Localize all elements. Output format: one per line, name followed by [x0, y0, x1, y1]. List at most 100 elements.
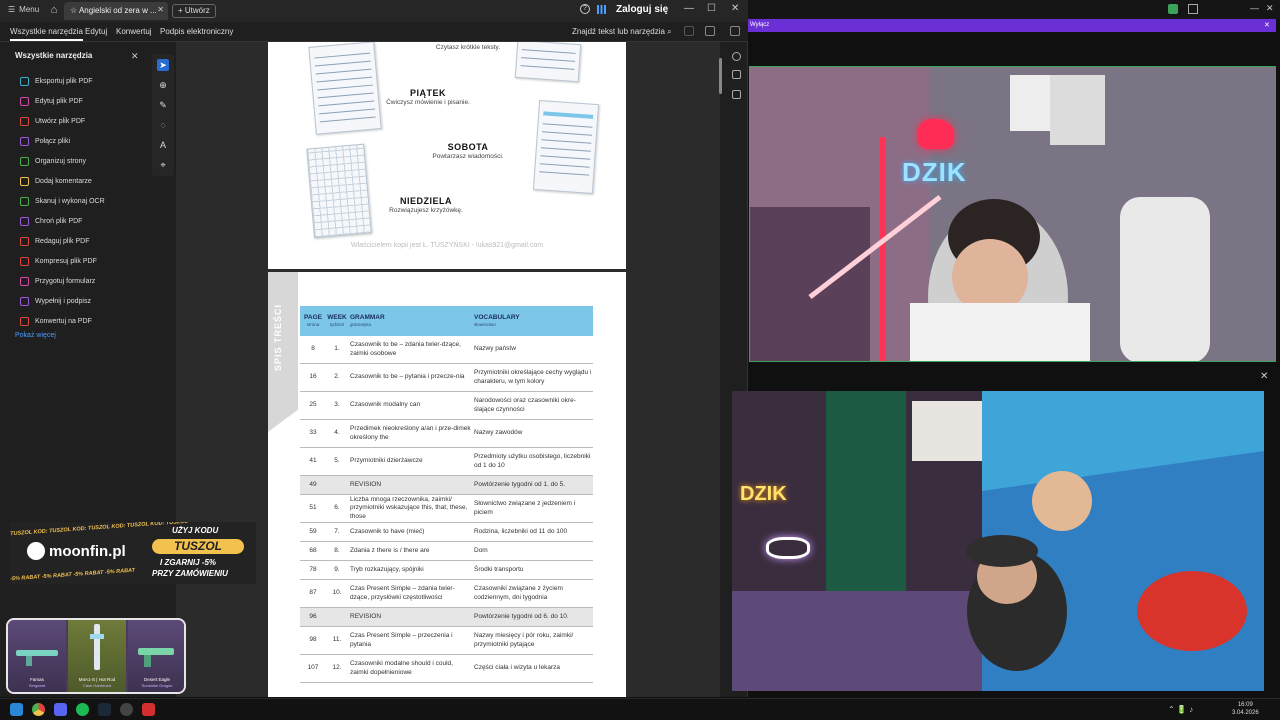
sidebar-tool-item[interactable]: Redaguj plik PDF — [20, 234, 89, 248]
steam-icon[interactable] — [98, 703, 111, 716]
window-icon[interactable] — [1188, 4, 1198, 14]
tool-label: Skanuj i wykonaj OCR — [35, 197, 105, 205]
table-cell-grammar: Czasownik to have (mieć) — [350, 527, 425, 535]
zoom-icon[interactable]: ⊕ — [157, 79, 169, 91]
tool-label: Edytuj plik PDF — [35, 97, 83, 105]
close-sidebar-icon[interactable]: ✕ — [131, 51, 139, 62]
sidebar-tool-item[interactable]: Skanuj i wykonaj OCR — [20, 194, 105, 208]
chrome-icon[interactable] — [32, 703, 45, 716]
home-icon[interactable]: ⌂ — [48, 4, 60, 16]
sidebar-tool-item[interactable]: Eksportuj plik PDF — [20, 74, 93, 88]
skin-wear: Sunstrike Dragon — [141, 683, 173, 688]
discord-icon[interactable] — [54, 703, 67, 716]
tool-icon — [20, 76, 29, 86]
table-cell-vocab: Powtórzenie tygodni od 6. do 10. — [474, 612, 569, 620]
table-cell-vocab: Powtórzenie tygodni od 1. do 5. — [474, 480, 566, 488]
sidebar-tool-item[interactable]: Konwertuj na PDF — [20, 314, 92, 328]
sidebar-tool-item[interactable]: Utwórz plik PDF — [20, 114, 85, 128]
column-header: GRAMMAR gramatyka — [348, 314, 472, 327]
table-cell-vocab: Części ciała i wizyta u lekarza — [474, 664, 560, 672]
windows-start-icon[interactable] — [10, 703, 23, 716]
table-cell-grammar: Czas Present Simple – przeczenia i pytan… — [350, 632, 453, 648]
boar-neon-icon — [766, 537, 810, 559]
overlay-banner: Wyłącz ✕ — [748, 19, 1276, 32]
close-icon[interactable]: ✕ — [1266, 3, 1274, 14]
mail-icon[interactable] — [730, 26, 740, 36]
worksheet-thumbnail — [308, 42, 382, 135]
sidebar-tool-item[interactable]: Przygotuj formularz — [20, 274, 95, 288]
table-cell-week: 5. — [334, 457, 340, 465]
skin-card: Famas Sergeant — [8, 620, 66, 692]
find-text-tools[interactable]: Znajdź tekst lub narzędzia ⌕ — [572, 27, 672, 37]
table-cell-grammar: Czasowniki modalne should i could, zaimk… — [350, 660, 453, 676]
table-row: 41 5. Przymiotniki dzierżawcze Przedmioty u… — [300, 448, 593, 476]
system-clock[interactable]: 16:09 3.04.2026 — [1232, 702, 1259, 718]
tool-label: Wypełnij i podpisz — [35, 297, 91, 305]
tool-icon — [20, 156, 29, 166]
sidebar-tool-item[interactable]: Edytuj plik PDF — [20, 94, 83, 108]
sidebar-tool-item[interactable]: Kompresuj plik PDF — [20, 254, 97, 268]
lasso-icon[interactable]: ◌ — [157, 119, 169, 131]
copy-icon[interactable] — [732, 90, 741, 99]
tab-edit[interactable]: Edytuj — [85, 27, 107, 36]
sidebar-tool-item[interactable]: Chroń plik PDF — [20, 214, 82, 228]
save-icon[interactable] — [684, 26, 694, 36]
table-row: 68 8. Zdania z there is / there are Dom — [300, 542, 593, 561]
spotify-icon[interactable] — [76, 703, 89, 716]
column-header: VOCABULARY słownictwo — [472, 314, 593, 327]
tool-label: Eksportuj plik PDF — [35, 77, 93, 85]
table-cell-vocab: Narodowości oraz czasowniki okre-ślające… — [474, 397, 576, 413]
maximize-icon[interactable]: ☐ — [707, 3, 716, 14]
tool-icon — [20, 276, 29, 286]
pen-icon[interactable]: ✎ — [157, 99, 169, 111]
search-icon: ⌕ — [667, 27, 672, 36]
tab-all-tools[interactable]: Wszystkie narzędzia — [10, 27, 83, 41]
tool-label: Kompresuj plik PDF — [35, 257, 97, 265]
sidebar-tool-item[interactable]: Organizuj strony — [20, 154, 86, 168]
obs-icon[interactable] — [120, 703, 133, 716]
close-window-icon[interactable]: ✕ — [731, 3, 739, 14]
document-area[interactable]: Czytasz krótkie teksty. PIĄTEK Ćwiczysz m… — [176, 42, 720, 697]
text-select-icon[interactable]: A — [157, 139, 169, 151]
menu-button[interactable]: ☰ Menu — [8, 5, 39, 14]
table-cell-vocab: Dom — [474, 546, 488, 554]
sidebar-tool-item[interactable]: Połącz pliki — [20, 134, 70, 148]
close-banner-icon[interactable]: ✕ — [1264, 21, 1270, 29]
acrobat-icon[interactable] — [142, 703, 155, 716]
banner-label[interactable]: Wyłącz — [750, 22, 769, 28]
print-icon[interactable] — [705, 26, 715, 36]
create-button[interactable]: + Utwórz — [172, 4, 216, 18]
close-webcam-icon[interactable]: ✕ — [1260, 371, 1268, 382]
main-toolbar: Wszystkie narzędzia Edytuj Konwertuj Pod… — [0, 22, 748, 42]
sidebar-tool-item[interactable]: Wypełnij i podpisz — [20, 294, 91, 308]
minimize-icon[interactable]: — — [684, 3, 694, 14]
comment-icon[interactable] — [732, 52, 741, 61]
tool-label: Utwórz plik PDF — [35, 117, 86, 125]
table-row: 98 11. Czas Present Simple – przeczenia i … — [300, 627, 593, 655]
tab-e-signature[interactable]: Podpis elektroniczny — [160, 27, 233, 36]
column-subtitle: strona — [306, 322, 320, 328]
sidebar-tool-item[interactable]: Dodaj komentarze — [20, 174, 92, 188]
minimize-icon[interactable]: — — [1250, 3, 1259, 13]
sign-in-button[interactable]: Zaloguj się — [616, 4, 668, 15]
neon-sign-2: DZIK — [740, 483, 787, 505]
stamp-icon[interactable]: ⌖ — [157, 159, 169, 171]
apps-grid-icon[interactable] — [597, 5, 606, 14]
tab-convert[interactable]: Konwertuj — [116, 27, 152, 36]
close-tab-icon[interactable]: ✕ — [157, 5, 164, 14]
table-cell-vocab: Czasowniki związane z życiem codziennym,… — [474, 585, 563, 601]
document-tab[interactable]: ☆ Angielski od zera w ... ✕ — [64, 2, 168, 20]
select-cursor-icon[interactable]: ➤ — [157, 59, 169, 71]
star-icon: ☆ — [70, 6, 79, 15]
schedule-friday: PIĄTEK Ćwiczysz mówienie i pisanie. — [386, 88, 470, 106]
schedule-day: PIĄTEK — [409, 88, 446, 98]
show-more-link[interactable]: Pokaż więcej — [15, 332, 56, 339]
skin-name: Famas — [30, 677, 44, 682]
pages-icon[interactable] — [732, 70, 741, 79]
skin-card: Desert Eagle Sunstrike Dragon — [128, 620, 184, 692]
help-icon[interactable]: ? — [580, 4, 590, 14]
table-cell-grammar: Czasownik modalny can — [350, 401, 421, 409]
tray-icons[interactable]: ⌃ 🔋 ♪ — [1168, 705, 1193, 714]
marquee-top: TUSZOL KOD: TUSZOL KOD: TUSZOL KOD: TUSZ… — [10, 522, 189, 538]
vertical-scrollbar[interactable] — [719, 58, 722, 94]
